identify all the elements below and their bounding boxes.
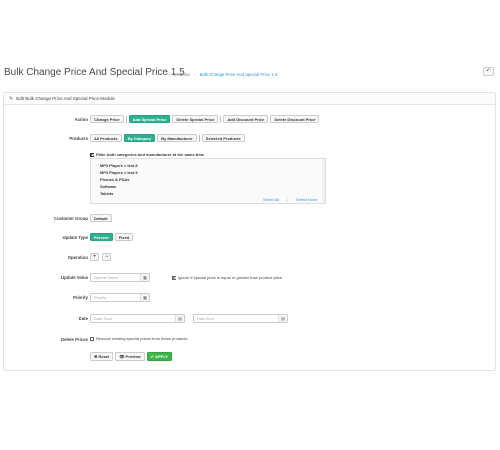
breadcrumb: ⌂ Modules › Bulk Change Price And Specia… <box>167 71 277 77</box>
select-none-link[interactable]: Select None <box>296 197 317 202</box>
category-scrollbar[interactable] <box>322 159 325 203</box>
all-products-button[interactable]: All Products <box>90 134 122 142</box>
change-price-button[interactable]: Change Price <box>90 115 124 123</box>
add-discount-price-button[interactable]: Add Discount Price <box>223 115 269 123</box>
calculator-icon: ▦ <box>140 274 149 281</box>
selected-products-button[interactable]: Selected Products <box>201 134 245 142</box>
filter-both-checkbox[interactable] <box>90 152 94 157</box>
filter-both-option[interactable]: Filter both categories and manufacturer … <box>90 152 204 157</box>
fixed-button[interactable]: Fixed <box>114 233 134 241</box>
edit-panel: ✎ Edit Bulk Change Price And Special Pri… <box>3 92 496 371</box>
category-item[interactable]: Tablets <box>100 190 138 197</box>
action-label: Action <box>74 116 88 122</box>
home-icon[interactable]: ⌂ <box>167 71 170 77</box>
apply-button[interactable]: ✔ APPLY <box>146 352 172 361</box>
preview-button[interactable]: 👁 Preview <box>115 352 145 361</box>
button-divider <box>125 115 127 123</box>
by-manufacturer-button[interactable]: By Manufacturer <box>157 134 197 142</box>
breadcrumb-modules[interactable]: Modules <box>174 72 190 77</box>
priority-placeholder: Priority <box>94 295 107 300</box>
add-special-price-button[interactable]: Add Special Price <box>128 115 171 123</box>
date-start-input[interactable]: Date Start ▤ <box>90 314 185 323</box>
delete-prices-checkbox[interactable] <box>90 336 94 341</box>
pencil-icon: ✎ <box>9 95 14 102</box>
date-end-placeholder: Date End <box>197 316 214 321</box>
products-buttons: All Products By Category By Manufacturer… <box>90 134 245 142</box>
date-label: Date <box>78 316 88 321</box>
select-all-link[interactable]: Select All <box>263 197 279 202</box>
ignore-text: Ignore if special price is equal or grea… <box>178 275 283 280</box>
calendar-icon[interactable]: ▤ <box>175 315 184 322</box>
page-title: Bulk Change Price And Special Price 1.5 <box>4 67 185 78</box>
breadcrumb-separator: › <box>194 71 196 77</box>
button-divider <box>220 115 222 123</box>
ignore-option[interactable]: Ignore if special price is equal or grea… <box>172 275 282 280</box>
calendar-icon[interactable]: ▤ <box>278 315 287 322</box>
customer-group-buttons: Default <box>90 214 112 222</box>
date-end-input[interactable]: Date End ▤ <box>193 314 288 323</box>
update-value-input[interactable]: Update Value ▦ <box>90 273 150 282</box>
back-button[interactable]: ↶ <box>483 67 494 76</box>
reset-button[interactable]: ✖ Reset <box>90 352 114 361</box>
delete-prices-text: Remove existing special prices from thes… <box>96 336 189 341</box>
panel-heading: ✎ Edit Bulk Change Price And Special Pri… <box>4 93 495 105</box>
percent-button[interactable]: Percent <box>90 233 113 241</box>
category-list-box: MP3 Players > test 8 MP3 Players > test … <box>90 158 326 204</box>
category-item[interactable]: MP3 Players > test 9 <box>100 169 138 176</box>
category-select-actions: Select All | Select None <box>263 197 317 202</box>
minus-button[interactable]: − <box>102 253 111 261</box>
update-value-label: Update Value <box>61 275 88 280</box>
category-item[interactable]: Software <box>100 183 138 190</box>
panel-heading-title: Edit Bulk Change Price And Special Price… <box>16 96 116 101</box>
operation-label: Operation <box>67 254 88 260</box>
update-type-label: Update Type <box>62 234 88 240</box>
delete-special-price-button[interactable]: Delete Special Price <box>172 115 219 123</box>
by-category-button[interactable]: By Category <box>123 134 156 142</box>
plus-button[interactable]: + <box>90 253 99 261</box>
customer-group-default-button[interactable]: Default <box>90 214 112 222</box>
link-separator: | <box>287 197 289 202</box>
footer-buttons: ✖ Reset 👁 Preview ✔ APPLY <box>90 352 172 361</box>
category-item[interactable]: MP3 Players > test 8 <box>100 162 138 169</box>
delete-prices-option[interactable]: Remove existing special prices from thes… <box>90 336 188 341</box>
update-type-buttons: Percent Fixed <box>90 233 134 241</box>
delete-discount-price-button[interactable]: Delete Discount Price <box>270 115 320 123</box>
back-icon: ↶ <box>486 68 491 74</box>
operation-buttons: + − <box>90 253 111 261</box>
priority-label: Priority <box>72 295 88 300</box>
category-item[interactable]: Phones & PDAs <box>100 176 138 183</box>
products-label: Products <box>69 135 88 141</box>
date-start-placeholder: Date Start <box>94 316 113 321</box>
delete-prices-label: Delete Prices <box>61 336 88 342</box>
action-buttons: Change Price Add Special Price Delete Sp… <box>90 115 320 123</box>
priority-addon-icon: ▦ <box>140 294 149 301</box>
button-divider <box>198 134 200 142</box>
breadcrumb-current[interactable]: Bulk Change Price And Special Price 1.5 <box>200 72 278 77</box>
priority-input[interactable]: Priority ▦ <box>90 293 150 302</box>
customer-group-label: Customer Group <box>53 215 88 221</box>
update-value-placeholder: Update Value <box>94 275 118 280</box>
ignore-checkbox[interactable] <box>172 275 176 280</box>
filter-both-text: Filter both categories and manufacturer … <box>96 152 205 157</box>
category-list: MP3 Players > test 8 MP3 Players > test … <box>100 162 138 197</box>
